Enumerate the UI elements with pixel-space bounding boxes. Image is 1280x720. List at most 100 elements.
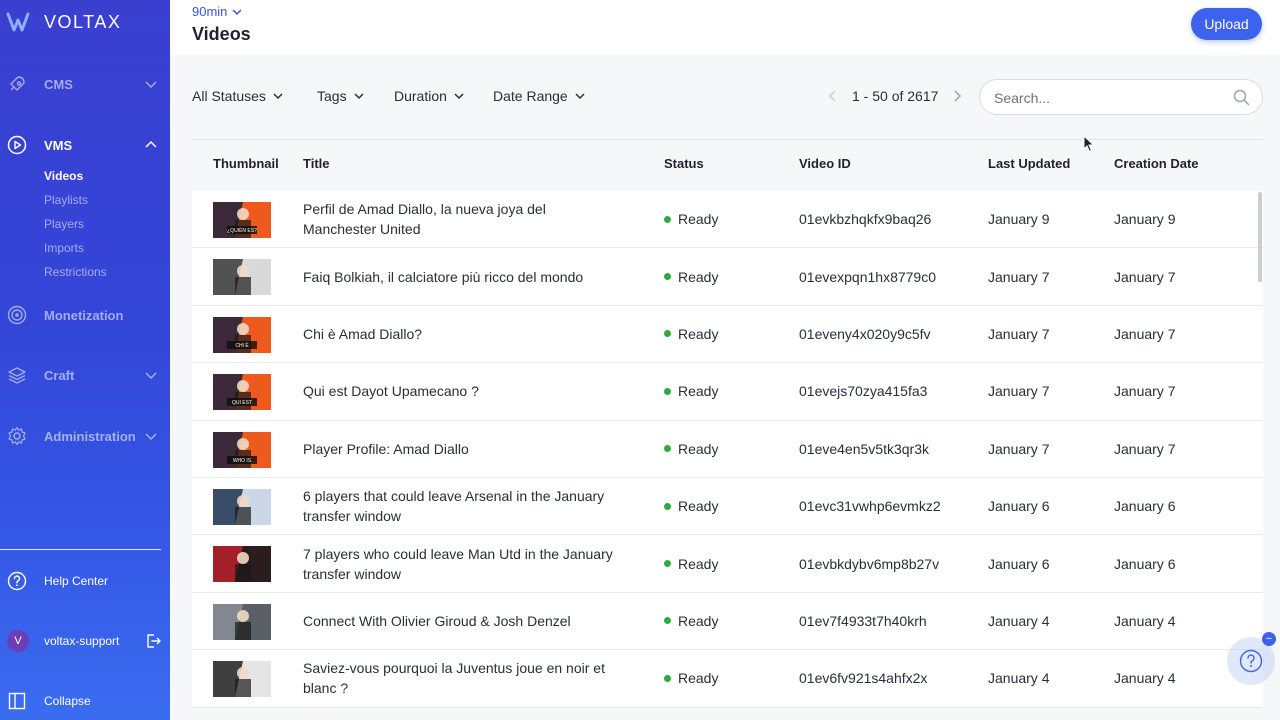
voltax-logo-icon <box>6 12 30 32</box>
creation-date: January 6 <box>1114 498 1176 515</box>
status-dot-icon <box>664 330 671 338</box>
rocket-icon <box>7 74 27 94</box>
column-header-title[interactable]: Title <box>303 156 330 171</box>
thumbnail-image-icon: CHI È <box>213 316 271 353</box>
subnav-item-imports[interactable]: Imports <box>44 238 107 262</box>
column-header-video-id[interactable]: Video ID <box>799 156 851 171</box>
search-input[interactable] <box>994 88 1224 108</box>
creation-date: January 7 <box>1114 440 1176 457</box>
column-header-last-updated[interactable]: Last Updated <box>988 156 1070 171</box>
video-thumbnail[interactable] <box>213 259 271 296</box>
pagination-range: 1 - 50 of 2617 <box>852 88 939 104</box>
status-badge: Ready <box>664 496 718 516</box>
status-dot-icon <box>664 273 671 281</box>
video-thumbnail[interactable] <box>213 488 271 525</box>
video-thumbnail[interactable]: QUI EST <box>213 374 271 411</box>
target-icon <box>7 305 27 325</box>
video-title[interactable]: Connect With Olivier Giroud & Josh Denze… <box>303 611 613 631</box>
table-row[interactable]: Faiq Bolkiah, il calciatore più ricco de… <box>192 248 1263 306</box>
chevron-down-icon <box>454 93 464 100</box>
video-title[interactable]: 7 players who could leave Man Utd in the… <box>303 544 613 584</box>
sidebar-item-administration[interactable]: Administration <box>0 421 170 451</box>
svg-text:QUI EST: QUI EST <box>232 400 252 406</box>
column-header-status[interactable]: Status <box>664 156 704 171</box>
table-header: Thumbnail Title Status Video ID Last Upd… <box>192 150 1263 178</box>
status-label: Ready <box>678 612 719 629</box>
prev-page-icon[interactable] <box>826 89 840 103</box>
page-title: Videos <box>192 24 251 44</box>
table-row[interactable]: ¿QUIÉN ES? Perfil de Amad Diallo, la nue… <box>192 191 1263 249</box>
table-scrollbar[interactable] <box>1258 192 1262 282</box>
search-icon[interactable] <box>1233 89 1250 106</box>
minimize-badge-icon[interactable]: – <box>1262 632 1276 646</box>
next-page-icon[interactable] <box>950 89 964 103</box>
video-title[interactable]: Player Profile: Amad Diallo <box>303 439 613 459</box>
help-center-label: Help Center <box>44 574 109 588</box>
video-thumbnail[interactable]: CHI È <box>213 316 271 353</box>
table-row[interactable]: Connect With Olivier Giroud & Josh Denze… <box>192 592 1263 651</box>
sidebar-item-craft[interactable]: Craft <box>0 360 170 390</box>
creation-date: January 6 <box>1114 555 1176 572</box>
video-title[interactable]: Faiq Bolkiah, il calciatore più ricco de… <box>303 267 613 287</box>
last-updated: January 7 <box>988 440 1050 457</box>
video-thumbnail[interactable]: ¿QUIÉN ES? <box>213 202 271 238</box>
table-row[interactable]: Saviez-vous pourquoi la Juventus joue en… <box>192 650 1263 708</box>
video-thumbnail[interactable]: WHO IS <box>213 431 271 468</box>
video-id: 01evejs70zya415fa3 <box>799 383 928 400</box>
sidebar-item-vms[interactable]: VMS <box>0 130 170 160</box>
video-title[interactable]: Saviez-vous pourquoi la Juventus joue en… <box>303 658 613 698</box>
video-thumbnail[interactable] <box>213 603 271 640</box>
sidebar-item-monetization[interactable]: Monetization <box>0 300 170 330</box>
sidebar-item-cms[interactable]: CMS <box>0 69 170 99</box>
thumbnail-image-icon <box>213 603 271 640</box>
creation-date: January 9 <box>1114 211 1176 228</box>
subnav-item-videos[interactable]: Videos <box>44 166 107 190</box>
last-updated: January 7 <box>988 268 1050 285</box>
upload-button[interactable]: Upload <box>1191 8 1262 40</box>
table-row[interactable]: 6 players that could leave Arsenal in th… <box>192 477 1263 536</box>
video-thumbnail[interactable] <box>213 546 271 583</box>
collapse-button[interactable]: Collapse <box>0 686 170 716</box>
status-badge: Ready <box>664 554 718 574</box>
video-thumbnail[interactable] <box>213 661 271 698</box>
page-header: 90min Videos Upload <box>170 0 1280 55</box>
video-title[interactable]: Perfil de Amad Diallo, la nueva joya del… <box>303 199 613 239</box>
play-circle-icon <box>7 135 27 155</box>
tags-filter[interactable]: Tags <box>317 88 365 104</box>
sidebar-item-label: CMS <box>44 76 73 92</box>
status-filter-label: All Statuses <box>192 88 266 104</box>
table-row[interactable]: 7 players who could leave Man Utd in the… <box>192 535 1263 593</box>
video-title[interactable]: 6 players that could leave Arsenal in th… <box>303 486 613 526</box>
org-switcher[interactable]: 90min <box>192 4 243 19</box>
subnav-item-players[interactable]: Players <box>44 214 107 238</box>
subnav-item-restrictions[interactable]: Restrictions <box>44 262 107 286</box>
status-dot-icon <box>664 387 671 395</box>
status-dot-icon <box>664 445 671 453</box>
gear-icon <box>7 426 27 446</box>
status-filter[interactable]: All Statuses <box>192 88 284 104</box>
table-row[interactable]: CHI È Chi è Amad Diallo? Ready 01eveny4x… <box>192 305 1263 364</box>
table-row[interactable]: WHO IS Player Profile: Amad Diallo Ready… <box>192 420 1263 478</box>
subnav-item-playlists[interactable]: Playlists <box>44 190 107 214</box>
thumbnail-image-icon <box>213 661 271 698</box>
user-account[interactable]: V voltax-support <box>0 626 170 656</box>
video-id: 01ev6fv921s4ahfx2x <box>799 670 928 687</box>
video-id: 01eve4en5v5tk3qr3k <box>799 440 929 457</box>
help-center-link[interactable]: Help Center <box>0 566 170 596</box>
mouse-cursor-icon <box>1083 135 1095 153</box>
logout-icon[interactable] <box>145 633 161 649</box>
avatar: V <box>7 630 29 652</box>
date-range-filter-label: Date Range <box>493 88 568 104</box>
user-name: voltax-support <box>44 634 120 648</box>
vms-subnav: Videos Playlists Players Imports Restric… <box>44 166 107 286</box>
video-title[interactable]: Chi è Amad Diallo? <box>303 324 613 344</box>
brand-logo[interactable]: VOLTAX <box>6 10 121 34</box>
video-id: 01ev7f4933t7h40krh <box>799 612 927 629</box>
duration-filter[interactable]: Duration <box>394 88 465 104</box>
chevron-down-icon <box>144 429 158 443</box>
video-title[interactable]: Qui est Dayot Upamecano ? <box>303 381 613 401</box>
search-box <box>979 79 1263 115</box>
column-header-creation-date[interactable]: Creation Date <box>1114 156 1199 171</box>
date-range-filter[interactable]: Date Range <box>493 88 586 104</box>
table-row[interactable]: QUI EST Qui est Dayot Upamecano ? Ready … <box>192 363 1263 421</box>
